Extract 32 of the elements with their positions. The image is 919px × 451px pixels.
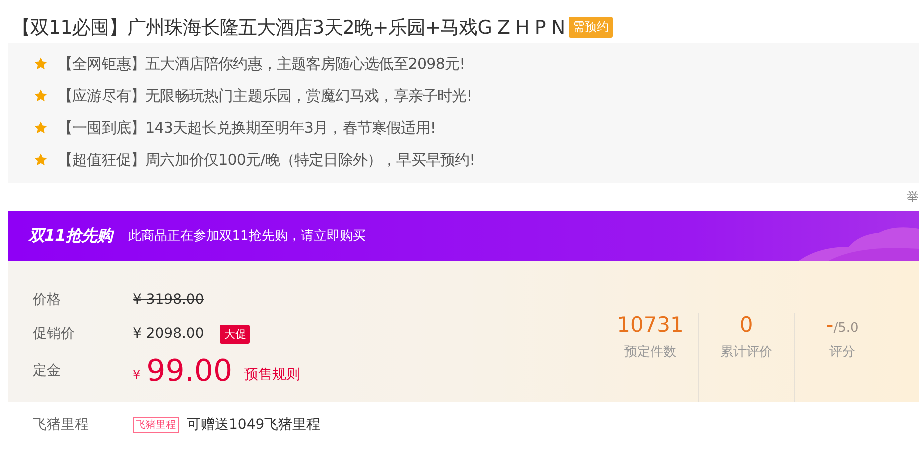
- star-icon: [34, 121, 48, 135]
- product-title: 【双11必囤】广州珠海长隆五大酒店3天2晚+乐园+马戏G Z H P N: [12, 16, 566, 40]
- score-max: /5.0: [834, 321, 859, 336]
- promo-price: ¥ 2098.00: [133, 326, 204, 342]
- score-value: -: [826, 313, 834, 337]
- banner-logo: 双11抢先购: [29, 226, 112, 246]
- stat-label: 评分: [828, 344, 856, 361]
- banner-text: 此商品正在参加双11抢先购，请立即购买: [128, 228, 366, 245]
- promo-tag: 大促: [220, 324, 250, 344]
- highlight-text: 【超值狂促】周六加价仅100元/晚（特定日除外），早买早预约!: [58, 150, 476, 170]
- presale-rules-link[interactable]: 预售规则: [244, 366, 301, 384]
- deposit-price: 99.00: [146, 354, 233, 388]
- stat-value: 10731: [616, 313, 685, 337]
- original-price: ¥ 3198.00: [133, 292, 204, 308]
- mileage-label: 飞猪里程: [33, 416, 90, 434]
- stat-label: 累计评价: [720, 344, 774, 361]
- stat-value: 0: [738, 313, 754, 337]
- reservation-badge: 需预约: [569, 17, 614, 38]
- price-label: 价格: [33, 291, 62, 309]
- currency-symbol: ¥: [133, 368, 141, 382]
- star-icon: [34, 153, 48, 167]
- deposit-label: 定金: [33, 362, 62, 380]
- highlight-text: 【一囤到底】143天超长兑换期至明年3月，春节寒假适用!: [58, 118, 436, 138]
- promo-price-label: 促销价: [33, 325, 76, 343]
- stat-label: 预定件数: [624, 344, 678, 361]
- mileage-text: 可赠送1049飞猪里程: [187, 416, 321, 434]
- report-link[interactable]: 举: [907, 188, 919, 206]
- highlight-text: 【应游尽有】无限畅玩热门主题乐园，赏魔幻马戏，享亲子时光!: [58, 86, 472, 106]
- star-icon: [34, 57, 48, 71]
- mileage-tag: 飞猪里程: [133, 417, 179, 433]
- highlight-text: 【全网钜惠】五大酒店陪你约惠，主题客房随心选低至2098元!: [58, 54, 466, 74]
- star-icon: [34, 89, 48, 103]
